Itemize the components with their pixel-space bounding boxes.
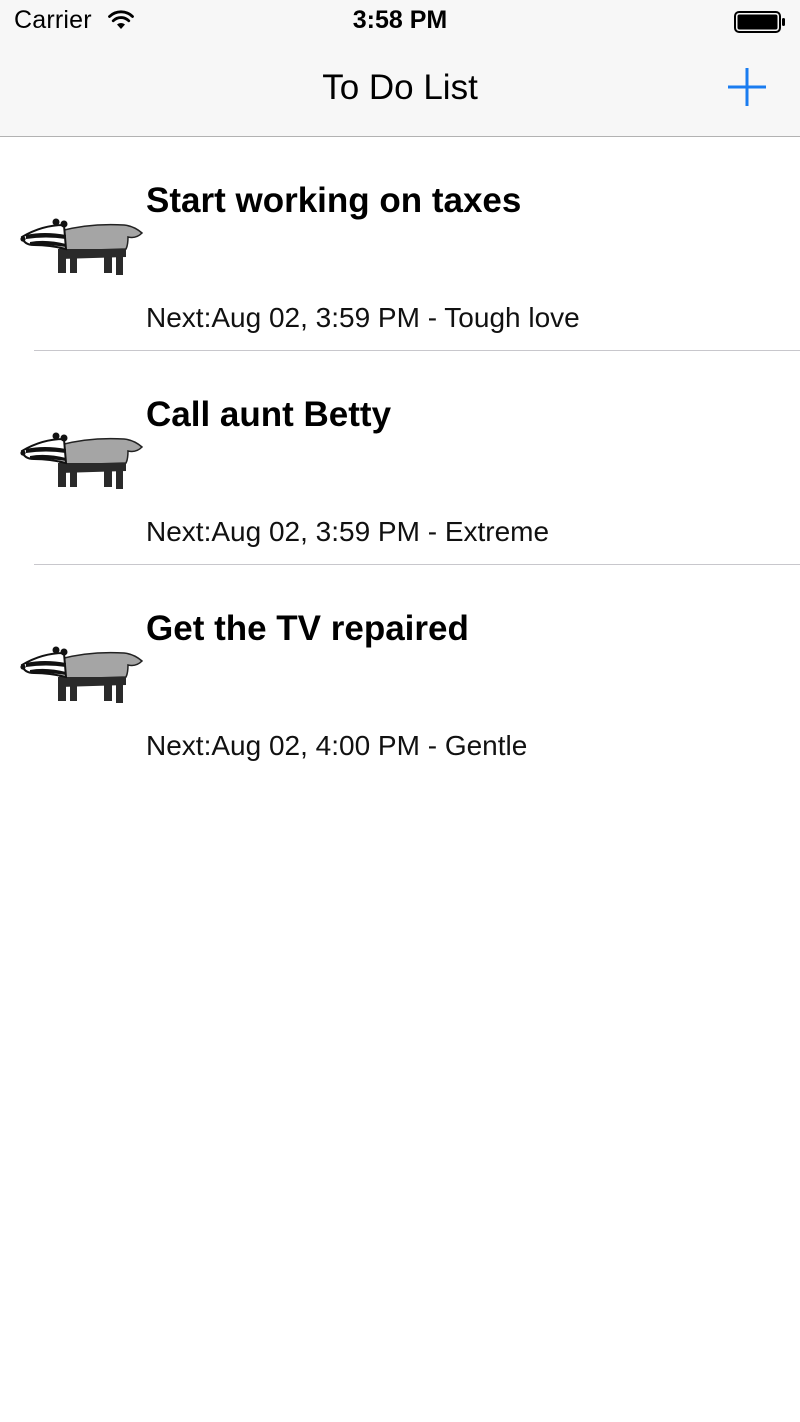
badger-icon (20, 639, 144, 705)
todo-title: Get the TV repaired (146, 609, 469, 648)
todo-subtitle: Next:Aug 02, 3:59 PM - Tough love (146, 302, 580, 333)
badger-icon (20, 211, 144, 277)
status-bar: Carrier 3:58 PM (0, 0, 800, 42)
battery-icon (734, 11, 786, 33)
todo-list: Start working on taxes Next:Aug 02, 3:59… (0, 137, 800, 779)
todo-row[interactable]: Start working on taxes Next:Aug 02, 3:59… (0, 137, 800, 351)
navigation-bar: To Do List (0, 42, 800, 136)
screen: Carrier 3:58 PM To Do List Start working… (0, 0, 800, 1422)
plus-icon (728, 68, 766, 106)
todo-row[interactable]: Call aunt Betty Next:Aug 02, 3:59 PM - E… (0, 351, 800, 565)
add-button[interactable] (724, 64, 770, 110)
todo-subtitle: Next:Aug 02, 3:59 PM - Extreme (146, 516, 550, 547)
todo-title: Call aunt Betty (146, 395, 392, 434)
badger-icon (20, 425, 144, 491)
status-time: 3:58 PM (352, 6, 448, 34)
todo-title: Start working on taxes (146, 181, 522, 220)
todo-subtitle: Next:Aug 02, 4:00 PM - Gentle (146, 730, 528, 761)
page-title: To Do List (322, 68, 478, 107)
todo-row[interactable]: Get the TV repaired Next:Aug 02, 4:00 PM… (0, 565, 800, 779)
top-bar: Carrier 3:58 PM To Do List (0, 0, 800, 137)
